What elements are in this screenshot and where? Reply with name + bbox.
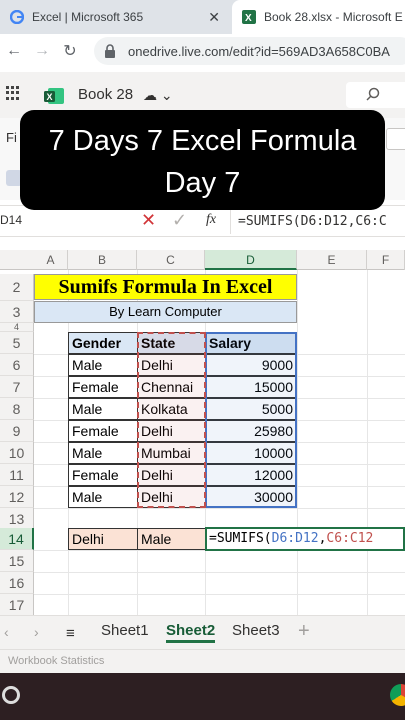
table-cell-gender[interactable]: Male bbox=[68, 354, 138, 376]
formula-divider bbox=[230, 210, 231, 234]
row-header[interactable]: 7 bbox=[0, 376, 34, 398]
sheet-title-cell[interactable]: Sumifs Formula In Excel bbox=[34, 274, 297, 300]
workbook-statistics-link[interactable]: Workbook Statistics bbox=[8, 655, 104, 667]
browser-tab-label: Book 28.xlsx - Microsoft E bbox=[264, 10, 403, 24]
search-button[interactable] bbox=[346, 82, 405, 108]
workbook-title[interactable]: Book 28 bbox=[78, 86, 133, 103]
table-cell-gender[interactable]: Female bbox=[68, 376, 138, 398]
row-header[interactable]: 5 bbox=[0, 332, 34, 354]
criteria-state-cell[interactable]: Delhi bbox=[68, 528, 138, 550]
file-tab[interactable]: Fi bbox=[6, 130, 17, 145]
bottom-strip bbox=[0, 673, 405, 720]
row-header[interactable]: 17 bbox=[0, 594, 34, 616]
row-header[interactable]: 13 bbox=[0, 508, 34, 530]
sync-status-icon[interactable]: ☁ ⌄ bbox=[143, 87, 173, 104]
row-header[interactable]: 16 bbox=[0, 572, 34, 594]
col-header-c[interactable]: C bbox=[137, 250, 205, 270]
screen: Excel | Microsoft 365 ✕ X Book 28.xlsx -… bbox=[0, 0, 405, 720]
caption-line-2: Day 7 bbox=[164, 167, 241, 199]
table-header-gender[interactable]: Gender bbox=[68, 332, 138, 354]
table-cell-gender[interactable]: Female bbox=[68, 420, 138, 442]
cancel-formula-icon[interactable]: ✕ bbox=[141, 210, 156, 231]
col-header-b[interactable]: B bbox=[68, 250, 137, 270]
caption-line-1: 7 Days 7 Excel Formula bbox=[48, 125, 357, 157]
salary-range-highlight bbox=[205, 332, 297, 508]
table-cell-gender[interactable]: Male bbox=[68, 486, 138, 508]
grid-line bbox=[34, 594, 405, 595]
excel-icon: X bbox=[242, 10, 256, 24]
record-icon[interactable] bbox=[2, 686, 20, 704]
sheet-subtitle-cell[interactable]: By Learn Computer bbox=[34, 301, 297, 323]
row-header[interactable]: 8 bbox=[0, 398, 34, 420]
col-header-e[interactable]: E bbox=[297, 250, 367, 270]
row-header[interactable]: 12 bbox=[0, 486, 34, 508]
row-header-active[interactable]: 14 bbox=[0, 528, 34, 550]
sheet-tab-sheet2[interactable]: Sheet2 bbox=[166, 622, 216, 643]
ribbon-options-button[interactable] bbox=[386, 128, 405, 150]
col-header-f[interactable]: F bbox=[367, 250, 405, 270]
chrome-icon[interactable] bbox=[390, 684, 405, 706]
forward-arrow-icon[interactable]: → bbox=[28, 42, 56, 60]
column-headers: A B C D E F bbox=[0, 250, 405, 270]
formula-ref-salary: D6:D12 bbox=[271, 531, 319, 546]
state-range-marquee bbox=[137, 332, 206, 508]
grid-line bbox=[297, 270, 298, 622]
table-cell-gender[interactable]: Female bbox=[68, 464, 138, 486]
all-sheets-menu-icon[interactable]: ≡ bbox=[66, 625, 75, 642]
grid-line bbox=[367, 270, 368, 622]
prev-sheet-icon[interactable]: ‹ bbox=[4, 624, 9, 640]
status-bar: Workbook Statistics bbox=[0, 649, 405, 673]
app-launcher-icon[interactable] bbox=[6, 86, 20, 100]
close-tab-icon[interactable]: ✕ bbox=[208, 9, 220, 26]
formula-prefix: =SUMIFS( bbox=[209, 531, 272, 546]
video-caption-overlay: 7 Days 7 Excel Formula Day 7 bbox=[20, 110, 385, 210]
grid-line bbox=[34, 508, 405, 509]
reload-icon[interactable]: ↻ bbox=[56, 41, 84, 61]
table-cell-gender[interactable]: Male bbox=[68, 442, 138, 464]
name-box[interactable]: D14 bbox=[0, 213, 40, 227]
row-header[interactable]: 15 bbox=[0, 550, 34, 572]
url-text: onedrive.live.com/edit?id=569AD3A658C0BA bbox=[128, 43, 390, 59]
row-header[interactable]: 2 bbox=[0, 274, 34, 301]
url-field[interactable]: onedrive.live.com/edit?id=569AD3A658C0BA bbox=[94, 37, 405, 65]
browser-tab-excel-365[interactable]: Excel | Microsoft 365 ✕ bbox=[0, 0, 232, 34]
grid-line bbox=[34, 572, 405, 573]
insert-function-icon[interactable]: fx bbox=[206, 212, 216, 228]
row-header[interactable]: 6 bbox=[0, 354, 34, 376]
row-header[interactable]: 9 bbox=[0, 420, 34, 442]
browser-tab-book28[interactable]: X Book 28.xlsx - Microsoft E bbox=[232, 0, 405, 34]
excel-logo-icon: X bbox=[44, 88, 64, 104]
criteria-gender-cell[interactable]: Male bbox=[137, 528, 206, 550]
worksheet-grid[interactable]: A B C D E F 2 3 4 5 6 7 8 9 10 11 12 13 … bbox=[0, 250, 405, 622]
svg-text:X: X bbox=[245, 13, 252, 24]
row-header[interactable]: 4 bbox=[0, 323, 34, 332]
next-sheet-icon[interactable]: › bbox=[34, 624, 39, 640]
sheet-tab-sheet3[interactable]: Sheet3 bbox=[232, 622, 280, 639]
address-bar: ← → ↻ onedrive.live.com/edit?id=569AD3A6… bbox=[0, 34, 405, 68]
google-g-icon bbox=[10, 10, 24, 24]
back-arrow-icon[interactable]: ← bbox=[0, 42, 28, 60]
row-header[interactable]: 3 bbox=[0, 301, 34, 323]
lock-icon bbox=[105, 44, 115, 58]
table-cell-gender[interactable]: Male bbox=[68, 398, 138, 420]
sheet-tab-bar: ‹ › ≡ Sheet1 Sheet2 Sheet3 + bbox=[0, 615, 405, 649]
sheet-tab-sheet1[interactable]: Sheet1 bbox=[101, 622, 149, 639]
active-formula-cell[interactable]: =SUMIFS(D6:D12,C6:C12 bbox=[205, 527, 405, 551]
formula-ref-state: C6:C12 bbox=[326, 531, 374, 546]
browser-tab-label: Excel | Microsoft 365 bbox=[32, 10, 144, 24]
search-icon bbox=[366, 87, 380, 101]
accept-formula-icon[interactable]: ✓ bbox=[172, 210, 187, 231]
col-header-d[interactable]: D bbox=[205, 250, 297, 270]
row-header[interactable]: 11 bbox=[0, 464, 34, 486]
browser-tab-strip: Excel | Microsoft 365 ✕ X Book 28.xlsx -… bbox=[0, 0, 405, 34]
add-sheet-icon[interactable]: + bbox=[298, 620, 310, 643]
row-header[interactable]: 10 bbox=[0, 442, 34, 464]
formula-input[interactable]: =SUMIFS(D6:D12,C6:C bbox=[238, 214, 387, 229]
svg-text:X: X bbox=[47, 92, 53, 102]
col-header-a[interactable]: A bbox=[34, 250, 68, 270]
